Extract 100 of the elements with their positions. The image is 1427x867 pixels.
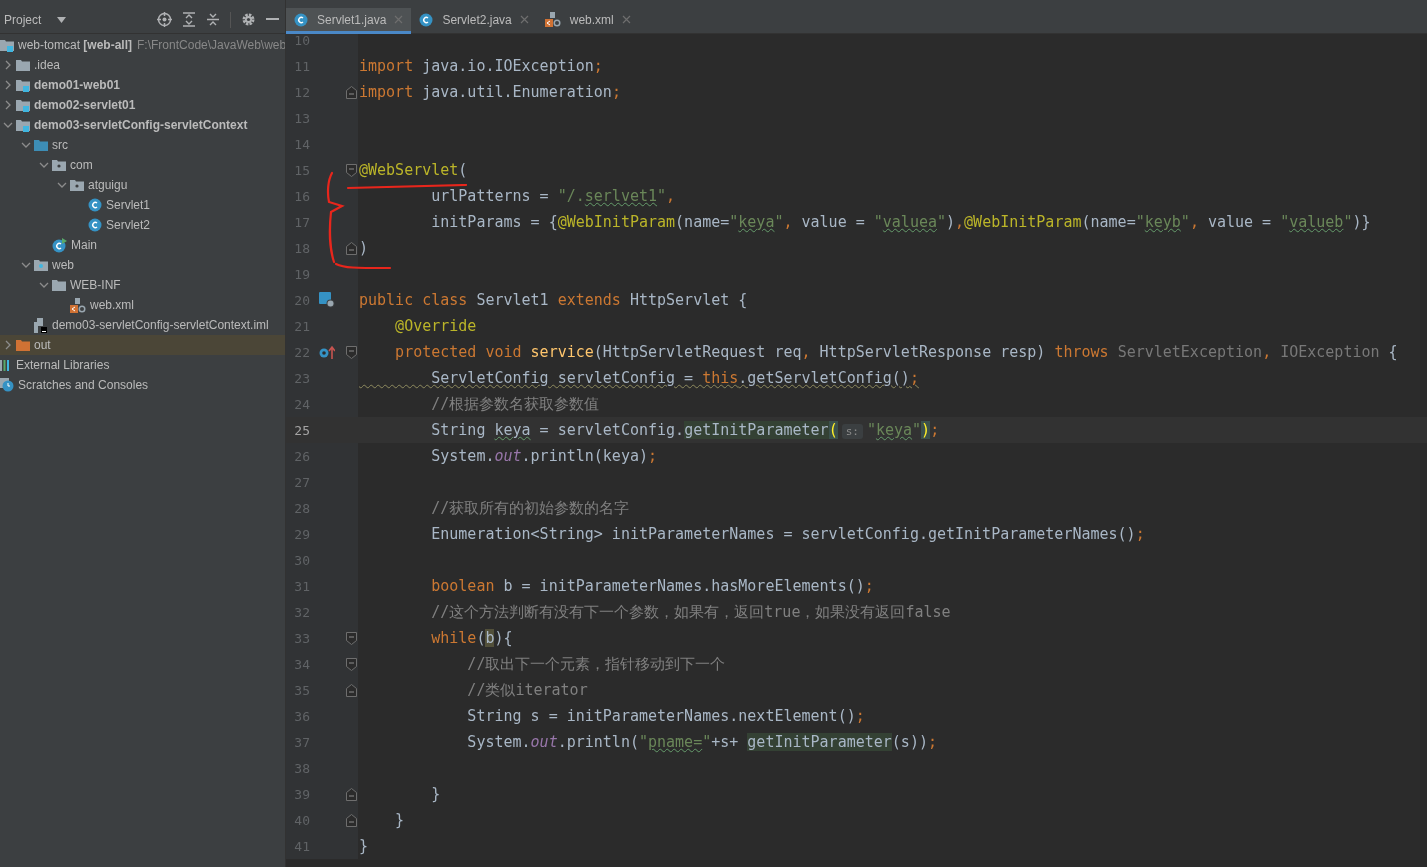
class-icon: [419, 12, 434, 27]
tree-item[interactable]: web: [0, 255, 285, 275]
class-icon: [294, 12, 308, 27]
tree-item[interactable]: src: [0, 135, 285, 155]
chevron-down-icon[interactable]: [39, 280, 49, 290]
runnable-class-icon: [52, 237, 67, 253]
module-file-icon: [34, 317, 48, 333]
project-path: F:\FrontCode\JavaWeb\web: [137, 38, 285, 52]
class-icon: [88, 218, 102, 232]
tree-item-label: web.xml: [90, 298, 134, 312]
fold-marker-icon[interactable]: [345, 163, 357, 177]
code-line: import java.util.Enumeration;: [358, 83, 621, 101]
tree-item[interactable]: .idea: [0, 55, 285, 75]
tree-item[interactable]: demo03-servletConfig-servletContext: [0, 115, 285, 135]
pen-underline-drawing: [334, 262, 392, 270]
chevron-down-icon[interactable]: [57, 180, 67, 190]
editor-tab[interactable]: Servlet1.java: [286, 8, 412, 34]
close-icon[interactable]: [621, 15, 631, 24]
editor-tab[interactable]: Servlet2.java: [411, 8, 537, 34]
chevron-down-icon[interactable]: [39, 160, 49, 170]
minimize-icon[interactable]: [266, 18, 279, 21]
tree-item[interactable]: Servlet2: [0, 215, 285, 235]
code-line: urlPatterns = "/.serlvet1",: [430, 187, 676, 205]
folder-icon: [52, 159, 66, 171]
tree-item-label: demo03-servletConfig-servletContext.iml: [52, 318, 269, 332]
tree-item[interactable]: Scratches and Consoles: [0, 375, 285, 395]
class-icon: [88, 198, 102, 212]
tree-item[interactable]: out: [0, 335, 285, 355]
tree-item-label: web: [52, 258, 74, 272]
tree-item-label: out: [34, 338, 51, 352]
code-line: String s = initParameterNames.nextElement();: [466, 707, 865, 725]
chevron-down-icon[interactable]: [21, 140, 31, 150]
tree-item[interactable]: WEB-INF: [0, 275, 285, 295]
tree-item-label: Servlet2: [106, 218, 151, 232]
code-line: @WebServlet(: [358, 161, 468, 179]
override-method-icon[interactable]: [319, 345, 335, 359]
code-line: import java.io.IOException;: [358, 57, 603, 75]
chevron-right-icon[interactable]: [3, 340, 13, 350]
panel-title[interactable]: Project: [4, 12, 42, 27]
tree-item-label: External Libraries: [16, 358, 110, 372]
tree-item[interactable]: web.xml: [0, 295, 285, 315]
fold-marker-icon[interactable]: [345, 683, 357, 697]
close-icon[interactable]: [519, 15, 529, 24]
code-line: ServletConfig servletConfig = this.getServletConfig();: [430, 369, 919, 387]
libraries-icon: [0, 359, 12, 371]
tree-item[interactable]: Main: [0, 235, 285, 255]
code-line: Enumeration<String> initParameterNames = servletConfig.getInitParameterNames();: [430, 525, 1145, 543]
settings-icon[interactable]: [241, 12, 256, 27]
code-line: //取出下一个元素，指针移动到下一个: [466, 654, 726, 674]
tree-item[interactable]: Servlet1: [0, 195, 285, 215]
tree-item[interactable]: web-tomcat [web-all] F:\FrontCode\JavaWeb\web: [0, 35, 285, 55]
servlet-class-icon[interactable]: [319, 292, 335, 308]
tree-item-label: Servlet1: [106, 198, 151, 212]
folder-icon: [16, 339, 30, 351]
fold-marker-icon[interactable]: [345, 345, 357, 359]
module-folder-icon: [16, 98, 30, 112]
fold-marker-icon[interactable]: [345, 241, 357, 255]
tree-item[interactable]: External Libraries: [0, 355, 285, 375]
fold-marker-icon[interactable]: [345, 85, 357, 99]
module-folder-icon: [16, 118, 30, 132]
code-line: while(b){: [430, 629, 513, 647]
chevron-down-icon[interactable]: [3, 120, 13, 130]
tree-item-label: src: [52, 138, 68, 152]
code-line: //获取所有的初始参数的名字: [430, 498, 630, 518]
tree-item[interactable]: demo03-servletConfig-servletContext.iml: [0, 315, 285, 335]
fold-marker-icon[interactable]: [345, 813, 357, 827]
code-line: String keya = servletConfig.getInitParameter( s: "keya");: [430, 421, 940, 439]
xml-file-icon: [544, 12, 561, 27]
code-line: //类似iterator: [466, 680, 588, 700]
code-line: initParams = {@WebInitParam(name="keya", value = "valuea"),@WebInitParam(name="keyb", value = "valueb")}: [430, 213, 1371, 231]
chevron-down-icon[interactable]: [21, 260, 31, 270]
fold-marker-icon[interactable]: [345, 631, 357, 645]
expand-all-icon[interactable]: [182, 12, 196, 27]
tree-item-label: atguigu: [88, 178, 128, 192]
tree-item[interactable]: com: [0, 155, 285, 175]
line-number: 25: [293, 422, 310, 438]
tree-item-label: WEB-INF: [70, 278, 121, 292]
folder-icon: [34, 259, 48, 271]
dropdown-caret-icon[interactable]: [57, 16, 67, 23]
scratches-icon: [0, 378, 14, 392]
fold-marker-icon[interactable]: [345, 787, 357, 801]
tree-item-label: demo01-web01: [34, 78, 121, 92]
tree-item[interactable]: demo02-servlet01: [0, 95, 285, 115]
folder-icon: [70, 179, 84, 191]
editor-tab[interactable]: web.xml: [536, 8, 639, 34]
collapse-all-icon[interactable]: [206, 12, 220, 27]
chevron-right-icon[interactable]: [3, 60, 13, 70]
chevron-right-icon[interactable]: [3, 80, 13, 90]
code-line: @Override: [394, 317, 477, 335]
tree-item[interactable]: demo01-web01: [0, 75, 285, 95]
chevron-right-icon[interactable]: [3, 100, 13, 110]
fold-marker-icon[interactable]: [345, 657, 357, 671]
code-line: System.out.println("pname="+s+ getInitParameter(s));: [466, 733, 937, 751]
tree-item-label: demo03-servletConfig-servletContext: [34, 118, 248, 132]
code-line: //这个方法判断有没有下一个参数，如果有，返回true，如果没有返回false: [430, 602, 951, 622]
code-line: System.out.println(keya);: [430, 447, 658, 465]
locate-icon[interactable]: [157, 12, 172, 27]
folder-icon: [34, 139, 48, 151]
tree-item-label: demo02-servlet01: [34, 98, 136, 112]
tree-item[interactable]: atguigu: [0, 175, 285, 195]
